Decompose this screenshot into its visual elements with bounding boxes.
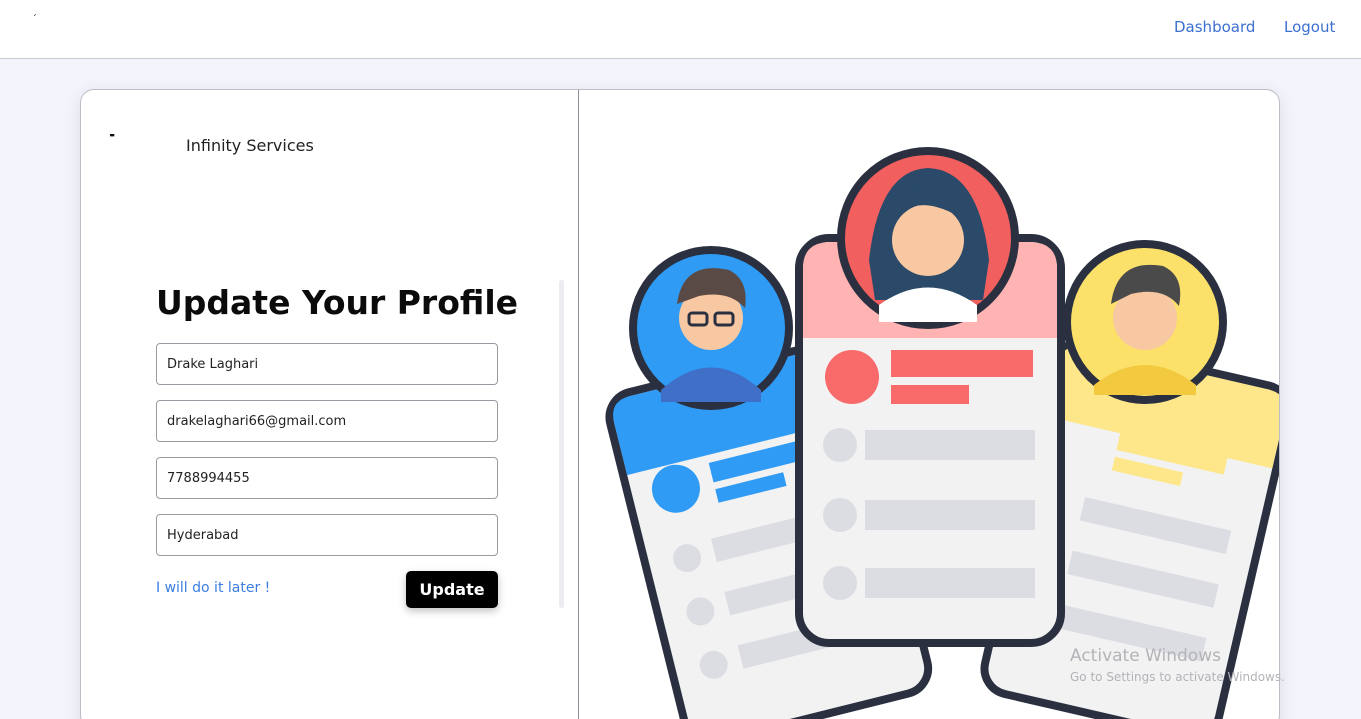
top-navbar: ˊ Dashboard Logout <box>0 0 1361 59</box>
nav-dashboard-link[interactable]: Dashboard <box>1174 18 1255 36</box>
avatar-man-yellow <box>1063 240 1227 404</box>
name-field[interactable] <box>156 343 498 385</box>
brand-logo-icon: ╸ <box>110 128 119 144</box>
profile-cards-illustration <box>605 147 1279 719</box>
avatar-woman <box>837 147 1019 329</box>
brand-name: Infinity Services <box>186 136 314 155</box>
update-button[interactable]: Update <box>406 571 498 608</box>
profile-card: ╸ Infinity Services Update Your Profile … <box>80 89 1280 719</box>
logo-mark: ˊ <box>32 14 37 25</box>
watermark-title: Activate Windows <box>1070 646 1221 666</box>
nav-logout-link[interactable]: Logout <box>1284 18 1335 36</box>
email-field[interactable] <box>156 400 498 442</box>
avatar-man-glasses <box>629 246 793 410</box>
phone-field[interactable] <box>156 457 498 499</box>
page-title: Update Your Profile <box>156 283 519 322</box>
form-scrollbar[interactable] <box>559 280 564 608</box>
watermark-subtitle: Go to Settings to activate Windows. <box>1070 670 1285 684</box>
skip-later-link[interactable]: I will do it later ! <box>156 580 270 596</box>
windows-activation-watermark: Activate Windows Go to Settings to activ… <box>1070 646 1285 684</box>
city-field[interactable] <box>156 514 498 556</box>
